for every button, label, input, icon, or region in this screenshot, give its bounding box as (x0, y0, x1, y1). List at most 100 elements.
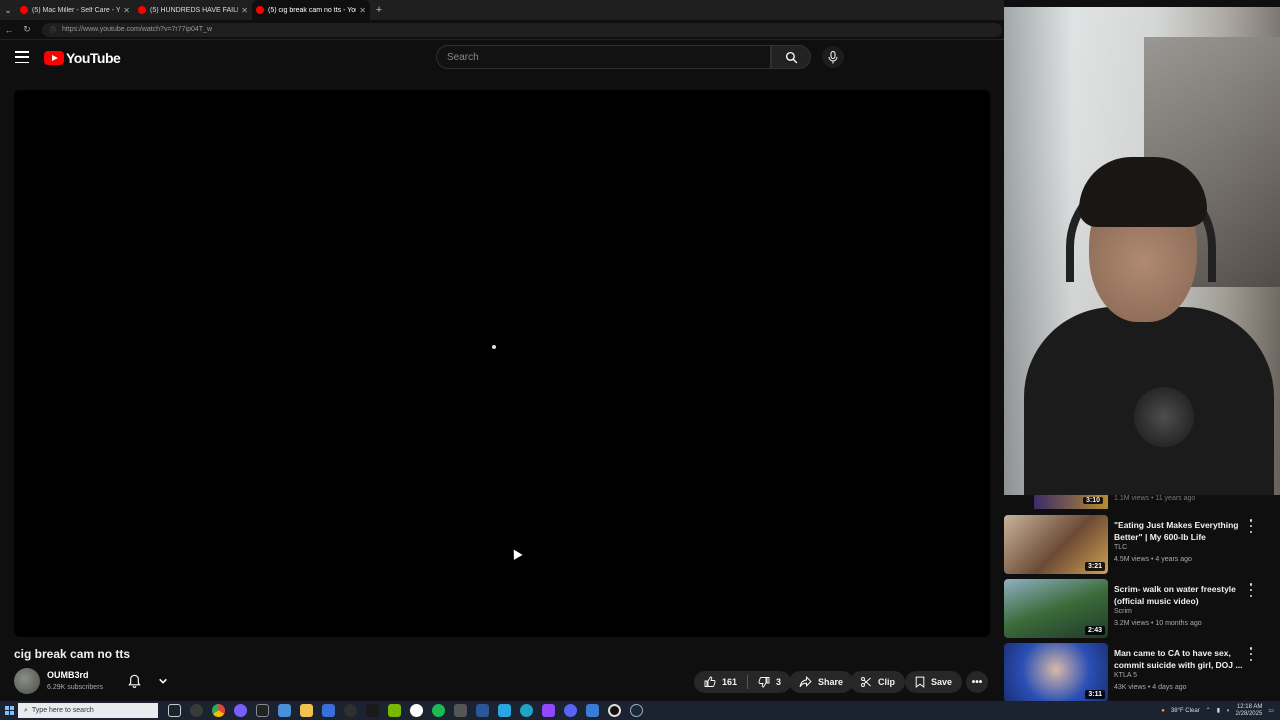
recommendation-title[interactable]: Man came to CA to have sex, commit suici… (1114, 647, 1252, 671)
weather-text[interactable]: 38°F Clear (1171, 708, 1200, 714)
tab-search-icon[interactable]: ⌄ (0, 0, 16, 20)
chevron-up-icon[interactable]: ⌃ (1206, 707, 1211, 714)
volume-icon[interactable]: ◖ (1226, 708, 1230, 714)
app-icon[interactable] (344, 704, 357, 717)
recommendation-title[interactable]: "Eating Just Makes Everything Better" | … (1114, 519, 1252, 543)
back-icon[interactable]: ← (0, 25, 18, 35)
youtube-favicon-icon (138, 6, 146, 14)
app-icon[interactable] (388, 704, 401, 717)
app-icon[interactable] (454, 704, 467, 717)
recommendation-duration: 3:21 (1084, 562, 1105, 571)
tab-close-icon[interactable]: ✕ (359, 6, 366, 15)
reload-icon[interactable]: ↻ (18, 24, 36, 35)
recommendation-duration: 3:10 (1083, 497, 1104, 504)
recommendation-meta: 4.5M views • 4 years ago (1114, 556, 1192, 563)
share-button[interactable]: Share (789, 671, 854, 693)
channel-avatar[interactable] (14, 668, 40, 694)
more-vertical-icon[interactable] (1247, 647, 1255, 661)
logo-text: YouTube (66, 50, 121, 66)
address-bar-row: ← ↻ ⓘ https://www.youtube.com/watch?v=7r… (0, 20, 1004, 40)
save-action: Save (905, 671, 963, 693)
more-vertical-icon[interactable] (1247, 583, 1255, 597)
recommendation-thumbnail[interactable]: 2:43 (1004, 579, 1108, 638)
url-text: https://www.youtube.com/watch?v=7r77ip04… (62, 26, 213, 33)
search-icon: ⌕ (24, 706, 28, 714)
search-input[interactable] (447, 51, 770, 63)
like-button[interactable]: 161 (694, 671, 747, 693)
app-icon[interactable] (366, 704, 379, 717)
video-title: cig break cam no tts (14, 647, 131, 661)
app-icon[interactable] (322, 704, 335, 717)
discord-icon[interactable] (564, 704, 577, 717)
dislike-button[interactable]: 3 (748, 671, 791, 693)
browser-tab-0[interactable]: (5) Mac Miller - Self Care - YouTub ✕ (16, 0, 134, 20)
save-label: Save (931, 677, 953, 687)
recommendation-partial[interactable]: 3:10 1.1M views • 11 years ago (1004, 495, 1280, 509)
taskbar-clock[interactable]: 12:18 AM 2/28/2025 (1236, 704, 1263, 718)
network-icon[interactable]: ▮ (1217, 707, 1220, 714)
recommendation-channel[interactable]: Scrim (1114, 608, 1132, 615)
search-box[interactable] (436, 45, 771, 69)
mouse-cursor-icon (509, 547, 523, 560)
tab-close-icon[interactable]: ✕ (123, 6, 130, 15)
taskbar-search[interactable]: ⌕ Type here to search (18, 703, 158, 718)
clip-label: Clip (878, 677, 895, 687)
recommendation-thumbnail[interactable]: 3:11 (1004, 643, 1108, 702)
app-icon[interactable] (410, 704, 423, 717)
browser-tab-1[interactable]: (5) HUNDREDS HAVE FAILED THE ✕ (134, 0, 252, 20)
thumbs-down-icon (758, 677, 770, 688)
app-icon[interactable] (278, 704, 291, 717)
url-field[interactable]: ⓘ https://www.youtube.com/watch?v=7r77ip… (42, 22, 1002, 37)
task-view-icon[interactable] (168, 704, 181, 717)
app-icon[interactable] (586, 704, 599, 717)
youtube-header: YouTube (0, 40, 1004, 76)
recommendation-item[interactable]: 3:21 "Eating Just Makes Everything Bette… (1004, 515, 1280, 577)
browser-tab-2[interactable]: (5) cig break cam no tts - YouTube ✕ (252, 0, 370, 20)
recommendation-title[interactable]: Scrim- walk on water freestyle (official… (1114, 583, 1252, 607)
channel-name[interactable]: OUMB3rd (47, 670, 89, 680)
more-horizontal-icon: ••• (971, 676, 983, 688)
search-button[interactable] (771, 45, 811, 69)
save-button[interactable]: Save (905, 671, 963, 693)
tab-close-icon[interactable]: ✕ (241, 6, 248, 15)
new-tab-icon[interactable]: + (370, 4, 388, 16)
scissors-icon (861, 677, 871, 687)
notification-icon[interactable]: ▭ (1268, 707, 1274, 714)
microphone-icon (828, 50, 838, 63)
youtube-favicon-icon (256, 6, 264, 14)
app-icon[interactable] (234, 704, 247, 717)
app-icon[interactable] (542, 704, 555, 717)
recommendation-thumbnail[interactable]: 3:21 (1004, 515, 1108, 574)
video-player[interactable] (14, 90, 990, 637)
more-vertical-icon[interactable] (1247, 519, 1255, 533)
app-icon[interactable] (256, 704, 269, 717)
site-info-icon[interactable]: ⓘ (50, 25, 56, 34)
folder-icon[interactable] (300, 704, 313, 717)
chrome-icon[interactable] (212, 704, 225, 717)
clock-date: 2/28/2025 (1235, 710, 1263, 717)
recommendation-meta: 43K views • 4 days ago (1114, 684, 1187, 691)
recommendation-channel[interactable]: KTLA 5 (1114, 672, 1137, 679)
edge-icon[interactable] (520, 704, 533, 717)
recommendation-item[interactable]: 3:11 Man came to CA to have sex, commit … (1004, 643, 1280, 705)
app-icon[interactable] (498, 704, 511, 717)
steam-icon[interactable] (630, 704, 643, 717)
app-icon[interactable] (190, 704, 203, 717)
windows-start-icon[interactable] (0, 701, 18, 720)
clip-button[interactable]: Clip (850, 671, 905, 693)
app-icon[interactable] (476, 704, 489, 717)
recommendation-channel[interactable]: TLC (1114, 544, 1127, 551)
notification-settings-button[interactable] (128, 672, 168, 690)
youtube-logo[interactable]: YouTube (44, 50, 121, 66)
more-actions-button[interactable]: ••• (966, 671, 988, 693)
voice-search-button[interactable] (822, 46, 844, 68)
tab-title: (5) Mac Miller - Self Care - YouTub (32, 6, 120, 14)
bell-icon (128, 674, 141, 688)
menu-icon[interactable] (15, 51, 29, 63)
obs-icon[interactable] (608, 704, 621, 717)
taskbar-search-placeholder: Type here to search (31, 707, 94, 714)
youtube-favicon-icon (20, 6, 28, 14)
recommendation-item[interactable]: 2:43 Scrim- walk on water freestyle (off… (1004, 579, 1280, 641)
bookmark-icon (915, 676, 925, 688)
app-icon[interactable] (432, 704, 445, 717)
